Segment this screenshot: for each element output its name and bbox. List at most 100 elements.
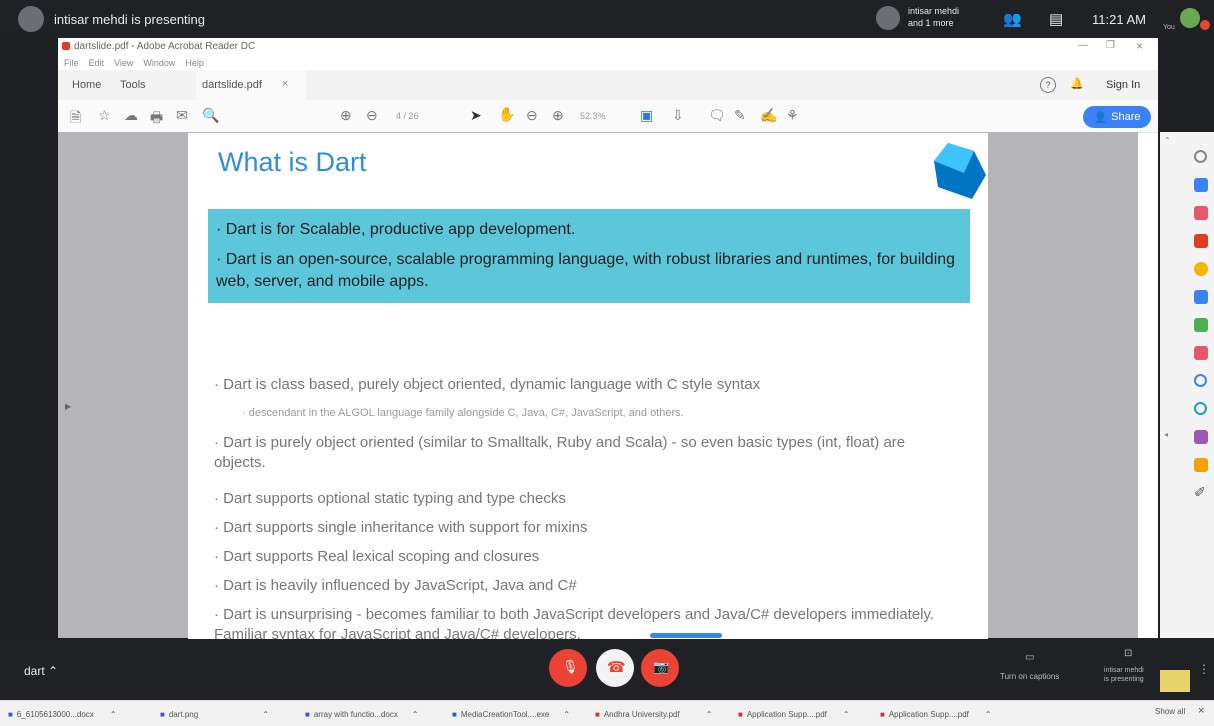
zoom-tool-icon[interactable] [1194,150,1207,163]
captions-label[interactable]: Turn on captions [1000,672,1059,681]
camera-toggle-button[interactable]: 📷 [641,649,679,687]
highlight-box: · Dart is for Scalable, productive app d… [208,209,970,303]
protect-icon[interactable] [1194,374,1207,387]
pdf-file-icon: ■ [738,709,743,719]
request-sign-icon[interactable] [1194,430,1208,444]
bookmark-star-icon[interactable]: ☆ [98,107,111,124]
draw-icon[interactable]: ✍ [760,107,777,124]
chevron-up-icon[interactable]: ⌃ [706,710,713,719]
share-button[interactable]: 👤 Share [1083,106,1151,128]
chevron-up-icon: ⌃ [48,664,59,678]
page-indicator[interactable]: 4 / 26 [396,111,419,121]
zoom-out-icon[interactable]: ⊖ [526,107,538,124]
hang-up-icon: ☎ [607,659,626,676]
menu-help[interactable]: Help [185,58,204,68]
comment-icon[interactable]: 🗨 [708,107,726,124]
tab-tools[interactable]: Tools [120,79,146,91]
menu-edit[interactable]: Edit [89,58,105,68]
prev-page-icon[interactable]: ⊕ [340,107,352,124]
download-item[interactable]: ■ Andhra University.pdf ⌃ [595,707,712,721]
menu-view[interactable]: View [114,58,133,68]
dart-logo-icon [934,143,986,199]
scroll-position-indicator[interactable] [650,633,722,638]
mic-off-icon: 🎙 [562,659,579,674]
people-icon[interactable]: 👥 [1003,10,1022,28]
captions-icon[interactable]: ▭ [1025,652,1034,663]
download-item[interactable]: ■ Application Supp....pdf ⌃ [880,707,992,721]
next-page-icon[interactable]: ⊖ [366,107,378,124]
sign-icon[interactable]: ⚘ [786,107,799,124]
chat-icon[interactable]: ▤ [1049,10,1063,28]
present-screen-icon[interactable]: ⊡ [1124,648,1132,659]
email-icon[interactable]: ✉ [176,107,188,124]
chevron-up-icon[interactable]: ⌃ [843,710,850,719]
close-tab-icon[interactable]: × [282,78,288,90]
download-item[interactable]: ■ array with functio...docx ⌃ [305,707,419,721]
notifications-icon[interactable]: 🔔 [1070,77,1084,90]
edit-pdf-icon[interactable] [1194,206,1208,220]
participant-name: intisar mehdi [908,6,960,16]
print-icon[interactable]: 🖶 [150,107,163,131]
combine-files-icon[interactable] [1194,290,1208,304]
zoom-level[interactable]: 52.3% [580,111,606,121]
download-item[interactable]: ■ dart.png ⌃ [160,707,269,721]
highlight-bullet-2: · Dart is an open-source, scalable progr… [216,251,956,290]
fit-page-icon[interactable]: ▣ [640,107,653,124]
panel-collapse-icon[interactable]: ⌃ [1164,136,1171,145]
mic-toggle-button[interactable]: 🎙 [549,649,587,687]
comment-tool-icon[interactable] [1194,262,1208,276]
send-review-icon[interactable] [1194,402,1207,415]
organize-pages-icon[interactable] [1194,318,1208,332]
download-item[interactable]: ■ Application Supp....pdf ⌃ [738,707,850,721]
tab-home[interactable]: Home [72,79,101,91]
chevron-up-icon[interactable]: ⌃ [985,710,992,719]
select-arrow-icon[interactable]: ➤ [470,107,482,124]
search-icon[interactable]: 🔍 [202,107,219,124]
camera-off-icon: 📷 [653,659,670,674]
presenter-banner: intisar mehdi is presenting [54,12,206,27]
close-window-icon[interactable]: × [1136,39,1143,53]
download-item[interactable]: ■ MediaCreationTool....exe ⌃ [452,707,570,721]
create-pdf-tool-icon[interactable] [1194,234,1208,248]
docx-file-icon: ■ [8,709,13,719]
sign-in-link[interactable]: Sign In [1106,79,1140,91]
meeting-details-button[interactable]: dart ⌃ [24,664,58,678]
highlight-pen-icon[interactable]: ✎ [734,107,746,124]
presentation-thumbnail[interactable] [1160,670,1190,692]
presenting-status: intisar mehdi is presenting [1104,667,1144,683]
zoom-in-icon[interactable]: ⊕ [552,107,564,124]
close-download-bar-icon[interactable]: × [1198,705,1204,717]
menu-window[interactable]: Window [143,58,175,68]
more-options-icon[interactable]: ⋮ [1198,662,1210,676]
hand-tool-icon[interactable]: ✋ [498,106,515,123]
more-tools-icon[interactable] [1194,458,1208,472]
tab-bar: Home Tools dartslide.pdf × ? 🔔 Sign In [58,70,1158,101]
leave-call-button[interactable]: ☎ [596,649,634,687]
left-panel-toggle-icon[interactable]: ▶ [65,402,71,411]
meet-top-bar: intisar mehdi is presenting intisar mehd… [0,0,1214,38]
show-all-button[interactable]: Show all [1155,707,1185,716]
fill-sign-icon[interactable] [1194,346,1208,360]
participant-avatar [876,6,900,30]
customize-tools-icon[interactable]: ✐ [1194,484,1206,501]
help-icon[interactable]: ? [1040,77,1056,93]
panel-expand-icon[interactable]: ◂ [1164,430,1168,439]
slide-title: What is Dart [218,147,367,177]
self-avatar[interactable] [1180,8,1200,28]
create-pdf-icon[interactable]: 🗎 [70,107,81,131]
chevron-up-icon[interactable]: ⌃ [110,710,117,719]
download-item[interactable]: ■ 6_6105613000...docx ⌃ [8,707,117,721]
menu-file[interactable]: File [64,58,79,68]
chevron-up-icon[interactable]: ⌃ [563,710,570,719]
chevron-up-icon[interactable]: ⌃ [412,710,419,719]
meet-bottom-bar: dart ⌃ 🎙 ☎ 📷 ▭ Turn on captions ⊡ intisa… [0,640,1214,700]
maximize-icon[interactable]: ❐ [1106,40,1115,51]
minimize-icon[interactable]: — [1078,40,1088,51]
participant-more: and 1 more [908,18,954,28]
chevron-up-icon[interactable]: ⌃ [262,710,269,719]
scroll-mode-icon[interactable]: ⇩ [672,107,684,124]
upload-cloud-icon[interactable]: ☁ [124,107,138,124]
meeting-time: 11:21 AM [1092,12,1146,27]
tab-document[interactable]: dartslide.pdf × [196,70,306,100]
export-pdf-icon[interactable] [1194,178,1208,192]
